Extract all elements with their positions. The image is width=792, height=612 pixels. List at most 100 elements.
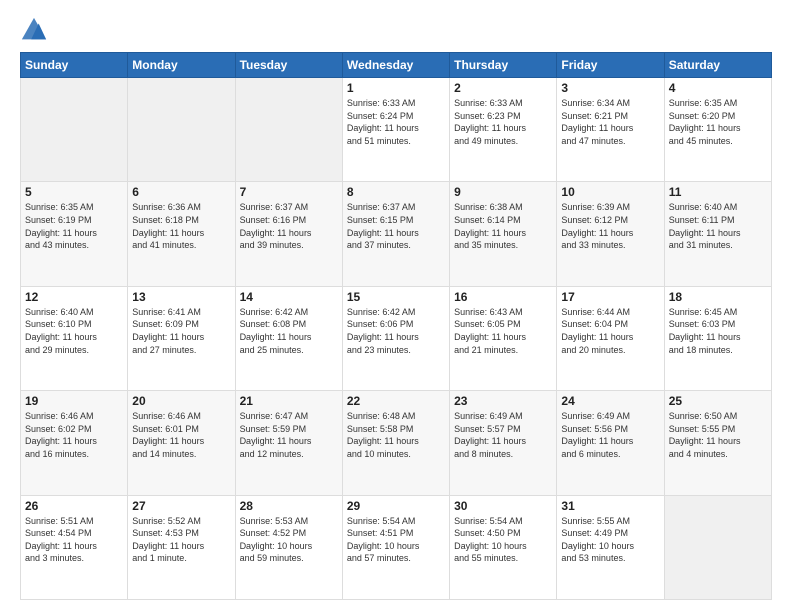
day-info: Sunrise: 6:49 AM Sunset: 5:56 PM Dayligh… <box>561 410 659 460</box>
calendar-cell: 27 Sunrise: 5:52 AM Sunset: 4:53 PM Dayli… <box>128 495 235 599</box>
calendar-cell: 2 Sunrise: 6:33 AM Sunset: 6:23 PM Daylig… <box>450 78 557 182</box>
day-number: 9 <box>454 185 552 199</box>
day-info: Sunrise: 6:33 AM Sunset: 6:24 PM Dayligh… <box>347 97 445 147</box>
weekday-header-monday: Monday <box>128 53 235 78</box>
calendar-cell: 1 Sunrise: 6:33 AM Sunset: 6:24 PM Daylig… <box>342 78 449 182</box>
calendar-cell: 12Sunrise: 6:40 AM Sunset: 6:10 PM Dayli… <box>21 286 128 390</box>
day-info: Sunrise: 6:41 AM Sunset: 6:09 PM Dayligh… <box>132 306 230 356</box>
calendar-cell: 4Sunrise: 6:35 AM Sunset: 6:20 PM Daylig… <box>664 78 771 182</box>
calendar-cell: 31 Sunrise: 5:55 AM Sunset: 4:49 PM Dayli… <box>557 495 664 599</box>
calendar-cell: 19 Sunrise: 6:46 AM Sunset: 6:02 PM Dayli… <box>21 391 128 495</box>
calendar-cell: 24 Sunrise: 6:49 AM Sunset: 5:56 PM Dayli… <box>557 391 664 495</box>
day-number: 27 <box>132 499 230 513</box>
day-info: Sunrise: 5:52 AM Sunset: 4:53 PM Dayligh… <box>132 515 230 565</box>
day-number: 6 <box>132 185 230 199</box>
day-info: Sunrise: 5:51 AM Sunset: 4:54 PM Dayligh… <box>25 515 123 565</box>
day-number: 17 <box>561 290 659 304</box>
weekday-header-tuesday: Tuesday <box>235 53 342 78</box>
day-number: 16 <box>454 290 552 304</box>
day-info: Sunrise: 6:35 AM Sunset: 6:19 PM Dayligh… <box>25 201 123 251</box>
weekday-header-wednesday: Wednesday <box>342 53 449 78</box>
calendar-cell <box>21 78 128 182</box>
calendar-cell: 20 Sunrise: 6:46 AM Sunset: 6:01 PM Dayli… <box>128 391 235 495</box>
day-number: 8 <box>347 185 445 199</box>
day-number: 7 <box>240 185 338 199</box>
calendar-cell: 25Sunrise: 6:50 AM Sunset: 5:55 PM Dayli… <box>664 391 771 495</box>
calendar-cell: 16 Sunrise: 6:43 AM Sunset: 6:05 PM Dayli… <box>450 286 557 390</box>
logo <box>20 16 52 44</box>
calendar-cell: 11Sunrise: 6:40 AM Sunset: 6:11 PM Dayli… <box>664 182 771 286</box>
day-info: Sunrise: 6:38 AM Sunset: 6:14 PM Dayligh… <box>454 201 552 251</box>
day-number: 10 <box>561 185 659 199</box>
day-info: Sunrise: 6:45 AM Sunset: 6:03 PM Dayligh… <box>669 306 767 356</box>
day-number: 15 <box>347 290 445 304</box>
calendar-cell: 7 Sunrise: 6:37 AM Sunset: 6:16 PM Daylig… <box>235 182 342 286</box>
weekday-header-thursday: Thursday <box>450 53 557 78</box>
calendar-cell: 14 Sunrise: 6:42 AM Sunset: 6:08 PM Dayli… <box>235 286 342 390</box>
day-info: Sunrise: 5:54 AM Sunset: 4:50 PM Dayligh… <box>454 515 552 565</box>
day-info: Sunrise: 5:54 AM Sunset: 4:51 PM Dayligh… <box>347 515 445 565</box>
calendar-cell: 22Sunrise: 6:48 AM Sunset: 5:58 PM Dayli… <box>342 391 449 495</box>
day-number: 29 <box>347 499 445 513</box>
day-number: 31 <box>561 499 659 513</box>
calendar-week-row: 1 Sunrise: 6:33 AM Sunset: 6:24 PM Daylig… <box>21 78 772 182</box>
day-info: Sunrise: 5:55 AM Sunset: 4:49 PM Dayligh… <box>561 515 659 565</box>
day-info: Sunrise: 6:47 AM Sunset: 5:59 PM Dayligh… <box>240 410 338 460</box>
day-number: 14 <box>240 290 338 304</box>
day-number: 24 <box>561 394 659 408</box>
day-number: 23 <box>454 394 552 408</box>
calendar-cell: 29 Sunrise: 5:54 AM Sunset: 4:51 PM Dayli… <box>342 495 449 599</box>
weekday-header-row: SundayMondayTuesdayWednesdayThursdayFrid… <box>21 53 772 78</box>
day-info: Sunrise: 6:37 AM Sunset: 6:15 PM Dayligh… <box>347 201 445 251</box>
day-info: Sunrise: 6:34 AM Sunset: 6:21 PM Dayligh… <box>561 97 659 147</box>
weekday-header-sunday: Sunday <box>21 53 128 78</box>
day-number: 26 <box>25 499 123 513</box>
day-number: 1 <box>347 81 445 95</box>
day-number: 5 <box>25 185 123 199</box>
day-info: Sunrise: 6:37 AM Sunset: 6:16 PM Dayligh… <box>240 201 338 251</box>
calendar-cell: 30 Sunrise: 5:54 AM Sunset: 4:50 PM Dayli… <box>450 495 557 599</box>
calendar-cell <box>235 78 342 182</box>
day-info: Sunrise: 6:46 AM Sunset: 6:02 PM Dayligh… <box>25 410 123 460</box>
day-info: Sunrise: 6:49 AM Sunset: 5:57 PM Dayligh… <box>454 410 552 460</box>
day-number: 13 <box>132 290 230 304</box>
calendar-cell: 17 Sunrise: 6:44 AM Sunset: 6:04 PM Dayli… <box>557 286 664 390</box>
calendar-cell: 3 Sunrise: 6:34 AM Sunset: 6:21 PM Daylig… <box>557 78 664 182</box>
calendar-cell: 10 Sunrise: 6:39 AM Sunset: 6:12 PM Dayli… <box>557 182 664 286</box>
day-number: 20 <box>132 394 230 408</box>
calendar-cell: 8 Sunrise: 6:37 AM Sunset: 6:15 PM Daylig… <box>342 182 449 286</box>
calendar-table: SundayMondayTuesdayWednesdayThursdayFrid… <box>20 52 772 600</box>
logo-icon <box>20 16 48 44</box>
day-info: Sunrise: 6:44 AM Sunset: 6:04 PM Dayligh… <box>561 306 659 356</box>
calendar-cell: 15Sunrise: 6:42 AM Sunset: 6:06 PM Dayli… <box>342 286 449 390</box>
day-number: 30 <box>454 499 552 513</box>
day-number: 12 <box>25 290 123 304</box>
calendar-cell <box>664 495 771 599</box>
calendar-cell: 26 Sunrise: 5:51 AM Sunset: 4:54 PM Dayli… <box>21 495 128 599</box>
day-info: Sunrise: 6:43 AM Sunset: 6:05 PM Dayligh… <box>454 306 552 356</box>
day-info: Sunrise: 6:39 AM Sunset: 6:12 PM Dayligh… <box>561 201 659 251</box>
calendar-week-row: 12Sunrise: 6:40 AM Sunset: 6:10 PM Dayli… <box>21 286 772 390</box>
calendar-cell: 23 Sunrise: 6:49 AM Sunset: 5:57 PM Dayli… <box>450 391 557 495</box>
day-number: 3 <box>561 81 659 95</box>
calendar-cell: 21 Sunrise: 6:47 AM Sunset: 5:59 PM Dayli… <box>235 391 342 495</box>
calendar-cell: 28Sunrise: 5:53 AM Sunset: 4:52 PM Dayli… <box>235 495 342 599</box>
day-info: Sunrise: 6:42 AM Sunset: 6:08 PM Dayligh… <box>240 306 338 356</box>
weekday-header-saturday: Saturday <box>664 53 771 78</box>
day-number: 11 <box>669 185 767 199</box>
calendar-cell: 13 Sunrise: 6:41 AM Sunset: 6:09 PM Dayli… <box>128 286 235 390</box>
weekday-header-friday: Friday <box>557 53 664 78</box>
day-number: 2 <box>454 81 552 95</box>
day-number: 21 <box>240 394 338 408</box>
calendar-cell: 6Sunrise: 6:36 AM Sunset: 6:18 PM Daylig… <box>128 182 235 286</box>
day-number: 18 <box>669 290 767 304</box>
calendar-week-row: 5 Sunrise: 6:35 AM Sunset: 6:19 PM Daylig… <box>21 182 772 286</box>
day-info: Sunrise: 6:33 AM Sunset: 6:23 PM Dayligh… <box>454 97 552 147</box>
day-info: Sunrise: 6:46 AM Sunset: 6:01 PM Dayligh… <box>132 410 230 460</box>
calendar-week-row: 19 Sunrise: 6:46 AM Sunset: 6:02 PM Dayli… <box>21 391 772 495</box>
day-number: 25 <box>669 394 767 408</box>
calendar-cell: 18 Sunrise: 6:45 AM Sunset: 6:03 PM Dayli… <box>664 286 771 390</box>
page: SundayMondayTuesdayWednesdayThursdayFrid… <box>0 0 792 612</box>
day-info: Sunrise: 6:48 AM Sunset: 5:58 PM Dayligh… <box>347 410 445 460</box>
day-number: 19 <box>25 394 123 408</box>
